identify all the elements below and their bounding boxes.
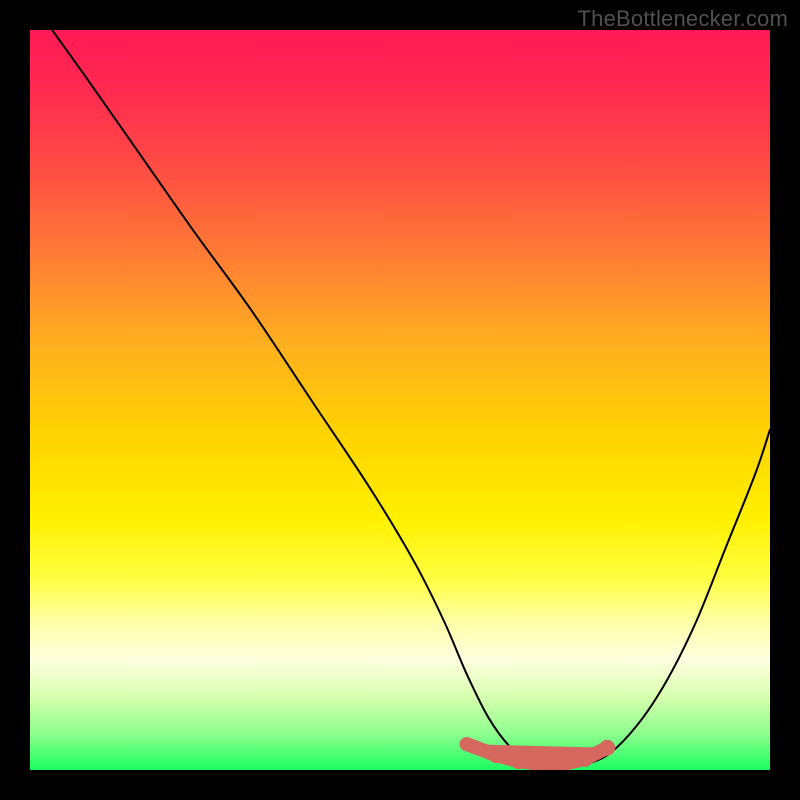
chart-svg (30, 30, 770, 770)
watermark-text: TheBottlenecker.com (578, 6, 788, 32)
bottleneck-curve (52, 30, 770, 770)
data-dots (460, 737, 616, 770)
plot-area (30, 30, 770, 770)
chart-frame: TheBottlenecker.com (0, 0, 800, 800)
